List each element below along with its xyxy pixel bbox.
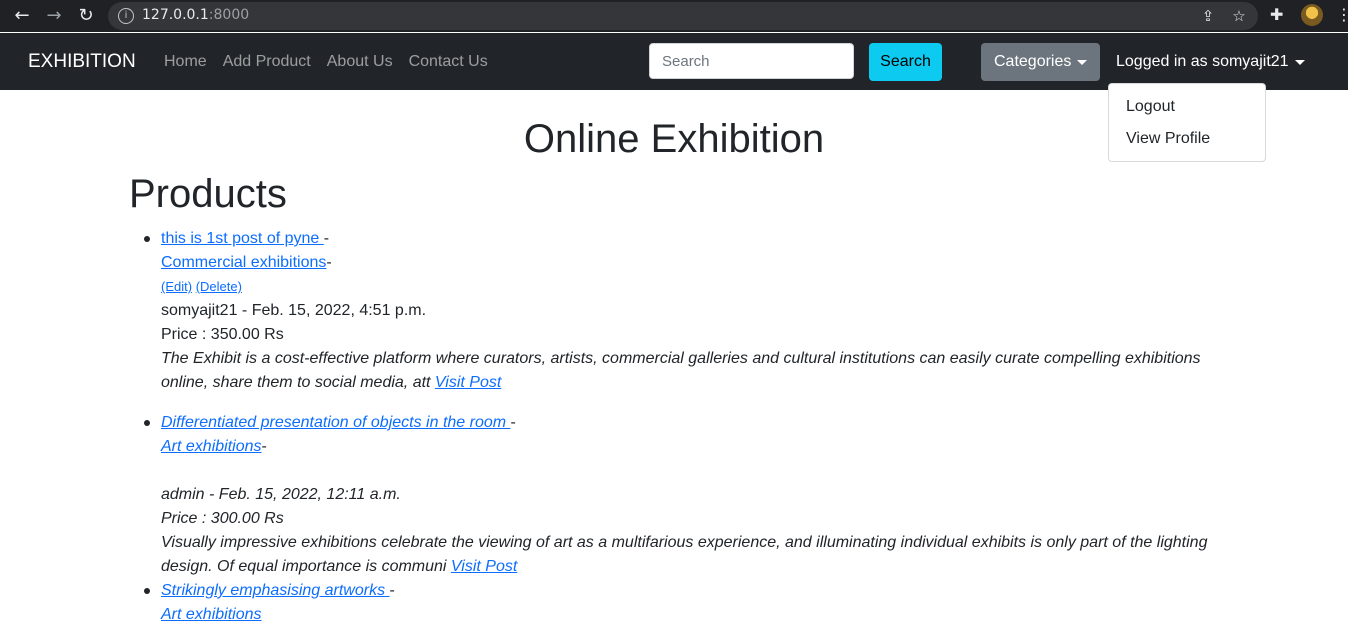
separator: - xyxy=(389,582,395,599)
visit-post-link[interactable]: Visit Post xyxy=(435,374,501,391)
separator: - xyxy=(261,438,267,455)
logout-menu-item[interactable]: Logout xyxy=(1126,98,1175,116)
product-description: The Exhibit is a cost-effective platform… xyxy=(161,350,1201,367)
product-description-cont: design. Of equal importance is communi xyxy=(161,558,451,575)
nav-link-about-us[interactable]: About Us xyxy=(327,53,393,71)
product-category-link[interactable]: Art exhibitions xyxy=(161,438,262,455)
search-button[interactable]: Search xyxy=(869,43,942,81)
browser-toolbar: ← → ↻ i 127.0.0.1:8000 ⇪ ☆ ✚ ⋮ xyxy=(0,0,1348,32)
product-title-link[interactable]: this is 1st post of pyne xyxy=(161,230,324,247)
delete-link[interactable]: (Delete) xyxy=(196,279,242,294)
product-category-link[interactable]: Commercial exhibitions xyxy=(161,254,326,271)
address-bar[interactable]: i 127.0.0.1:8000 ⇪ ☆ xyxy=(108,2,1258,30)
profile-avatar[interactable] xyxy=(1301,4,1323,26)
caret-down-icon xyxy=(1077,60,1087,65)
nav-links: Home Add Product About Us Contact Us xyxy=(164,53,488,71)
product-meta: admin - Feb. 15, 2022, 12:11 a.m. xyxy=(161,486,401,503)
categories-label: Categories xyxy=(994,53,1072,70)
search-input[interactable] xyxy=(649,43,854,79)
product-description-cont: online, share them to social media, att xyxy=(161,374,435,391)
separator: - xyxy=(323,230,330,247)
nav-link-contact-us[interactable]: Contact Us xyxy=(409,53,488,71)
list-bullet xyxy=(144,236,150,242)
categories-dropdown-button[interactable]: Categories xyxy=(981,43,1100,81)
product-meta: somyajit21 - Feb. 15, 2022, 4:51 p.m. xyxy=(161,302,427,319)
section-title: Products xyxy=(129,172,287,216)
separator: - xyxy=(510,414,516,431)
user-menu-toggle[interactable]: Logged in as somyajit21 xyxy=(1116,53,1305,71)
share-icon[interactable]: ⇪ xyxy=(1198,6,1218,26)
user-label: Logged in as somyajit21 xyxy=(1116,53,1289,70)
nav-link-home[interactable]: Home xyxy=(164,53,207,71)
product-title-link[interactable]: Strikingly emphasising artworks xyxy=(161,582,390,599)
list-bullet xyxy=(144,588,150,594)
visit-post-link[interactable]: Visit Post xyxy=(451,558,517,575)
back-arrow-icon[interactable]: ← xyxy=(10,4,34,28)
list-bullet xyxy=(144,420,150,426)
reload-icon[interactable]: ↻ xyxy=(74,4,98,28)
product-price: Price : 300.00 Rs xyxy=(161,510,284,527)
address-url[interactable]: 127.0.0.1:8000 xyxy=(142,7,249,23)
nav-link-add-product[interactable]: Add Product xyxy=(223,53,311,71)
site-navbar: EXHIBITION Home Add Product About Us Con… xyxy=(0,33,1348,90)
extensions-puzzle-icon[interactable]: ✚ xyxy=(1270,5,1283,24)
product-price: Price : 350.00 Rs xyxy=(161,326,284,343)
forward-arrow-icon[interactable]: → xyxy=(42,4,66,28)
site-info-icon[interactable]: i xyxy=(118,8,134,24)
product-category-link[interactable]: Art exhibitions xyxy=(161,606,262,623)
page-title: Online Exhibition xyxy=(523,117,825,161)
brand-logo[interactable]: EXHIBITION xyxy=(28,51,136,73)
bookmark-star-icon[interactable]: ☆ xyxy=(1229,6,1249,26)
edit-link[interactable]: (Edit) xyxy=(161,279,192,294)
browser-menu-icon[interactable]: ⋮ xyxy=(1336,5,1348,24)
separator: - xyxy=(326,254,332,271)
caret-down-icon xyxy=(1295,60,1305,65)
product-description: Visually impressive exhibitions celebrat… xyxy=(161,534,1208,551)
product-title-link[interactable]: Differentiated presentation of objects i… xyxy=(161,414,511,431)
